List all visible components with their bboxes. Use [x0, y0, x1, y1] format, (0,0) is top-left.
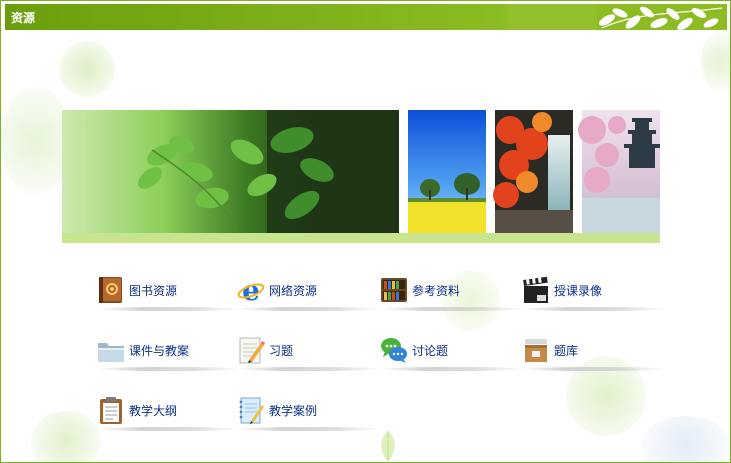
panel-header: 资源 — [5, 4, 727, 30]
link-shadow — [380, 307, 525, 311]
banner-underline — [62, 233, 660, 243]
resource-link-references[interactable]: 参考资料 — [380, 273, 525, 311]
resource-link-syllabus[interactable]: 教学大纲 — [97, 393, 242, 431]
archive-box-icon — [525, 339, 547, 362]
resource-link-discussion[interactable]: 讨论题 — [380, 333, 525, 371]
link-shadow — [97, 367, 242, 371]
resource-label: 讨论题 — [412, 343, 449, 358]
resource-label: 教学案例 — [269, 403, 318, 418]
main-banner-photo — [62, 110, 399, 233]
link-shadow — [97, 307, 242, 311]
svg-text:e: e — [242, 275, 260, 305]
link-shadow — [522, 307, 667, 311]
link-shadow — [237, 427, 382, 431]
resource-label: 课件与教案 — [129, 343, 190, 358]
resources-panel: 资源 图书资源 e 网络资源 参考资料 授课录像 课件与教案 习题 讨论题 题库… — [0, 0, 731, 463]
book-icon — [99, 277, 122, 303]
link-shadow — [522, 367, 667, 371]
resource-link-case-studies[interactable]: 教学案例 — [237, 393, 382, 431]
thumbnail-waterfall — [493, 110, 573, 233]
thumbnail-sky-field — [408, 110, 486, 233]
thumbnail-pagoda — [578, 110, 660, 233]
notebook-pencil-icon — [239, 397, 264, 424]
decorative-bokeh — [59, 41, 115, 97]
clapperboard-icon — [523, 276, 548, 303]
link-shadow — [237, 367, 382, 371]
leaf-decoration-icon — [381, 430, 395, 461]
decorative-bokeh — [701, 31, 730, 91]
resource-link-question-bank[interactable]: 题库 — [522, 333, 667, 371]
resource-link-lecture-video[interactable]: 授课录像 — [522, 273, 667, 311]
link-shadow — [380, 367, 525, 371]
resource-link-web[interactable]: e 网络资源 — [237, 273, 382, 311]
link-shadow — [237, 307, 382, 311]
resource-label: 教学大纲 — [129, 403, 178, 418]
decorative-bokeh — [1, 86, 71, 196]
notepad-pencil-icon — [239, 337, 265, 364]
resource-label: 题库 — [554, 343, 579, 358]
resource-label: 授课录像 — [554, 283, 603, 298]
panel-title: 资源 — [11, 11, 36, 25]
resource-link-books[interactable]: 图书资源 — [97, 273, 242, 311]
clipboard-icon — [100, 397, 122, 424]
link-shadow — [97, 427, 242, 431]
banner-images — [62, 110, 660, 233]
folder-icon — [98, 343, 124, 362]
decorative-bokeh — [31, 411, 101, 462]
decorative-bokeh — [641, 416, 730, 462]
resource-label: 网络资源 — [269, 283, 318, 298]
resource-link-courseware[interactable]: 课件与教案 — [97, 333, 242, 371]
resource-label: 习题 — [269, 343, 294, 358]
resource-label: 图书资源 — [129, 283, 178, 298]
internet-explorer-icon: e — [237, 275, 265, 305]
leaves-decoration-icon — [507, 4, 727, 30]
chat-bubbles-icon — [381, 338, 407, 363]
resource-link-exercises[interactable]: 习题 — [237, 333, 382, 371]
bookshelf-icon — [381, 278, 407, 302]
resource-label: 参考资料 — [412, 283, 461, 298]
